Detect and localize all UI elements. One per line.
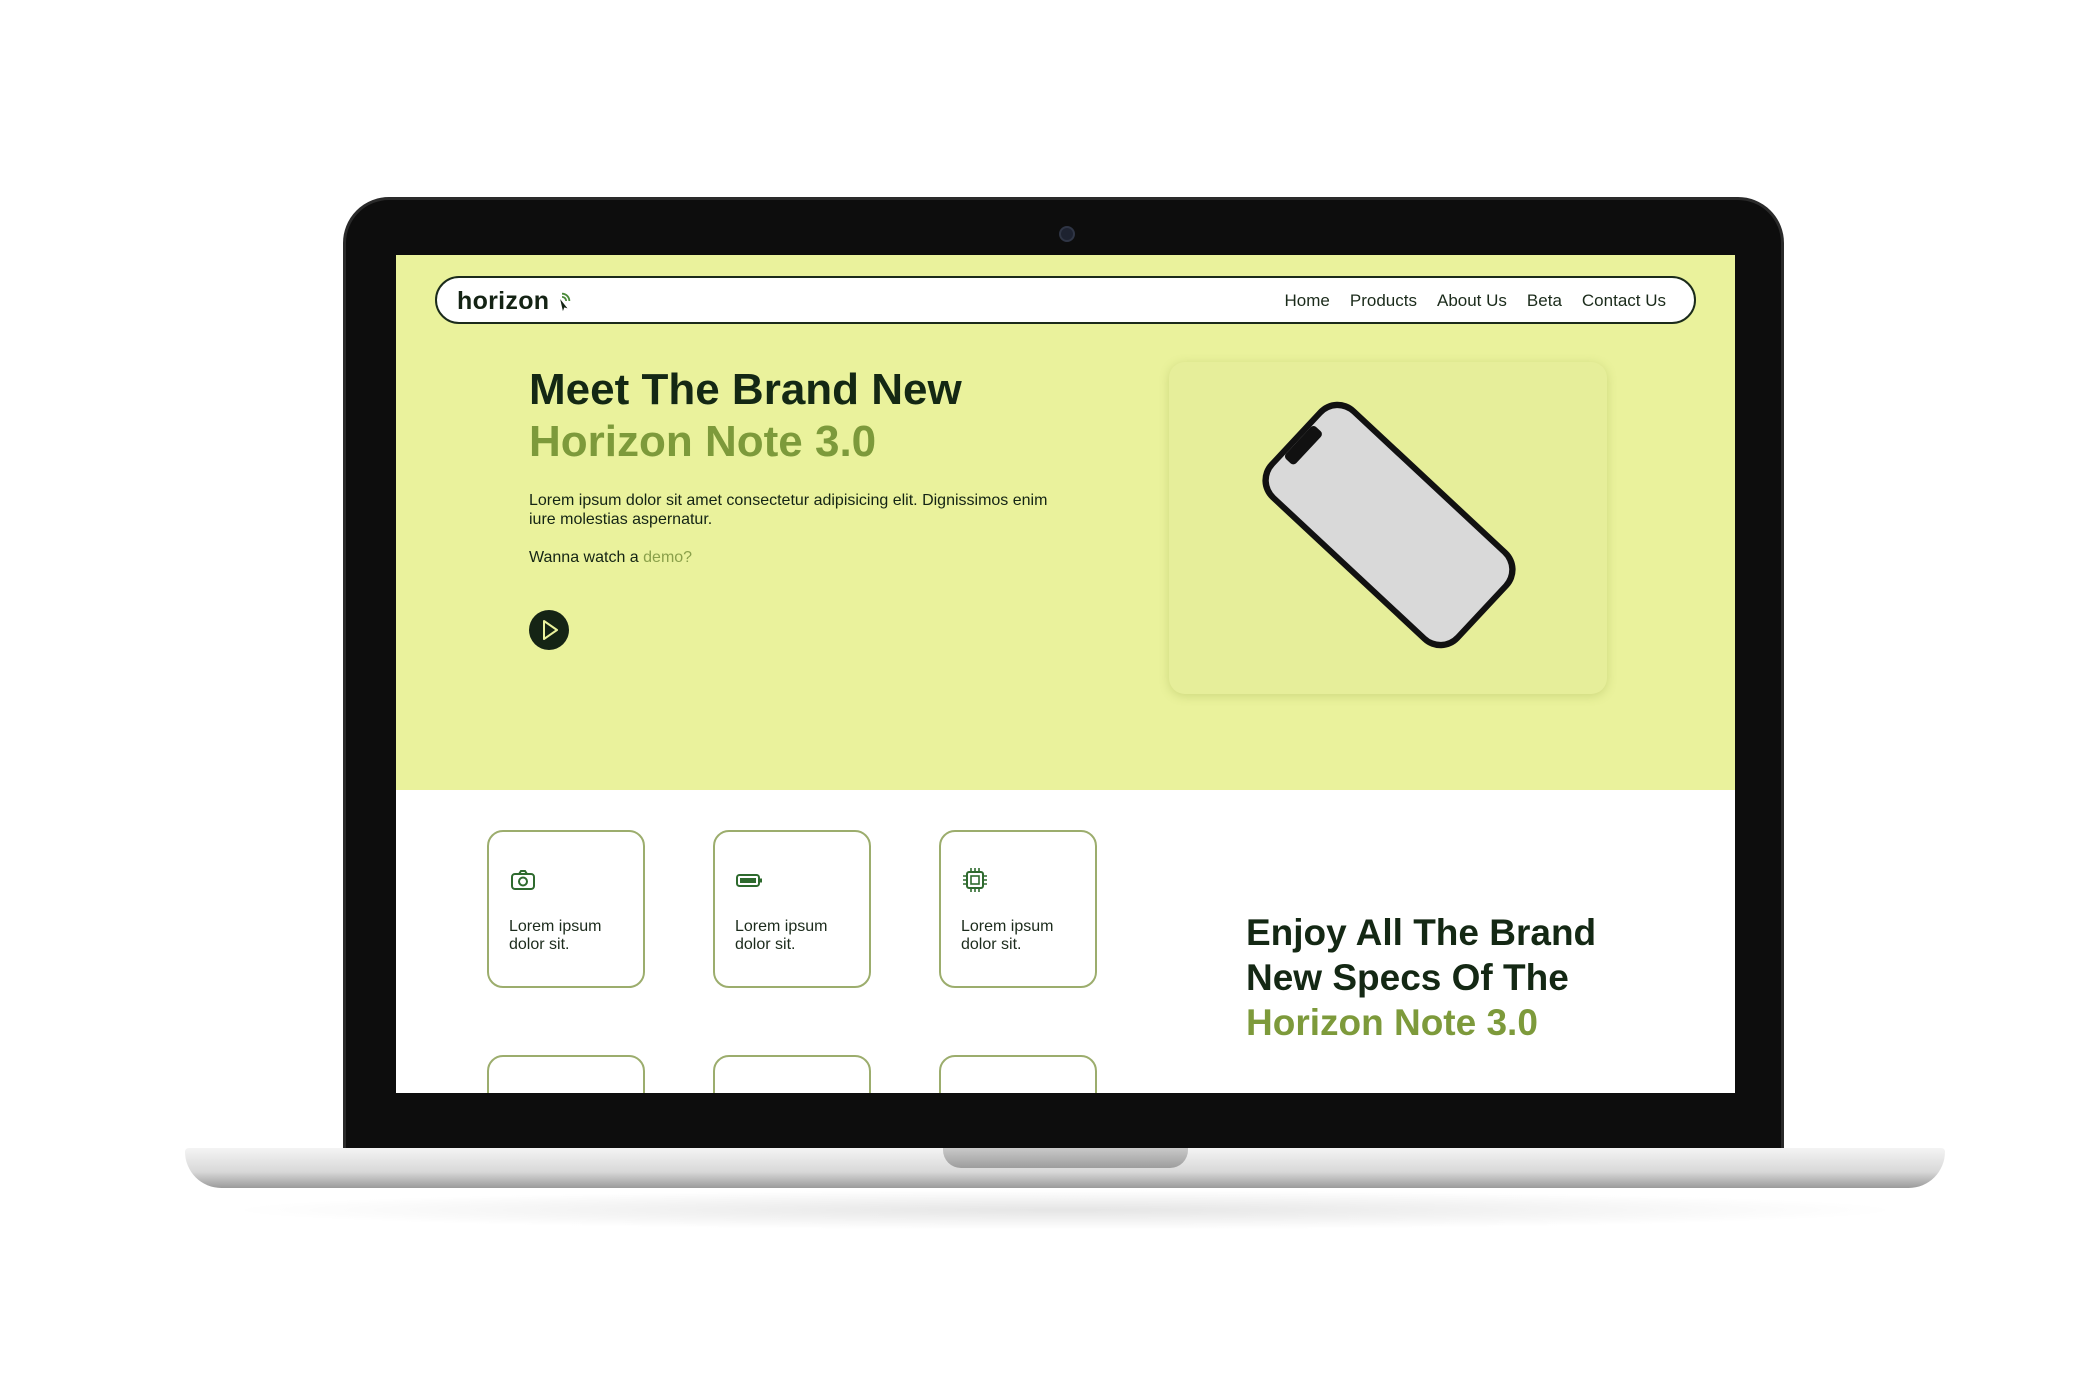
play-button[interactable]: [529, 610, 569, 650]
battery-icon: [736, 874, 762, 887]
nav-about-us[interactable]: About Us: [1437, 291, 1507, 311]
brand-logo[interactable]: horizon: [457, 287, 549, 316]
feature-card[interactable]: [487, 1055, 645, 1093]
nav-contact-us[interactable]: Contact Us: [1582, 291, 1666, 311]
webcam: [1059, 226, 1075, 242]
feature-card-camera[interactable]: Lorem ipsum dolor sit.: [487, 830, 645, 988]
nav-products[interactable]: Products: [1350, 291, 1417, 311]
demo-link[interactable]: demo?: [643, 549, 692, 566]
laptop-screen: horizon Home Products About Us Beta Cont…: [396, 255, 1735, 1093]
feature-card[interactable]: [939, 1055, 1097, 1093]
nav-menu: Home Products About Us Beta Contact Us: [1285, 291, 1666, 311]
specs-heading-line: New Specs Of The: [1246, 957, 1569, 998]
feature-text: Lorem ipsum dolor sit.: [735, 918, 828, 953]
feature-text: Lorem ipsum dolor sit.: [509, 918, 602, 953]
demo-prompt-text: Wanna watch a: [529, 549, 644, 566]
specs-product-name: Horizon Note 3.0: [1246, 1002, 1538, 1043]
feature-text: Lorem ipsum dolor sit.: [961, 918, 1054, 953]
chip-icon: [963, 868, 987, 892]
specs-heading: Enjoy All The Brand New Specs Of The Hor…: [1246, 910, 1666, 1045]
hero-section: horizon Home Products About Us Beta Cont…: [396, 255, 1735, 790]
hero-description: Lorem ipsum dolor sit amet consectetur a…: [529, 492, 1048, 528]
laptop-shadow: [220, 1190, 1910, 1230]
navbar: horizon Home Products About Us Beta Cont…: [435, 276, 1696, 324]
play-icon: [543, 620, 558, 640]
product-image-card: [1169, 362, 1607, 694]
hero-product-name: Horizon Note 3.0: [529, 417, 877, 466]
laptop-notch: [943, 1148, 1188, 1168]
nav-home[interactable]: Home: [1285, 291, 1330, 311]
feature-card-battery[interactable]: Lorem ipsum dolor sit.: [713, 830, 871, 988]
specs-heading-line: Enjoy All The Brand: [1246, 912, 1597, 953]
nav-beta[interactable]: Beta: [1527, 291, 1562, 311]
demo-prompt: Wanna watch a demo?: [529, 549, 692, 567]
feature-card[interactable]: [713, 1055, 871, 1093]
hero-title: Meet The Brand New: [529, 365, 962, 414]
phone-illustration: [1262, 401, 1516, 649]
feature-card-chip[interactable]: Lorem ipsum dolor sit.: [939, 830, 1097, 988]
camera-icon: [511, 870, 535, 890]
cursor-click-icon: [560, 292, 571, 312]
